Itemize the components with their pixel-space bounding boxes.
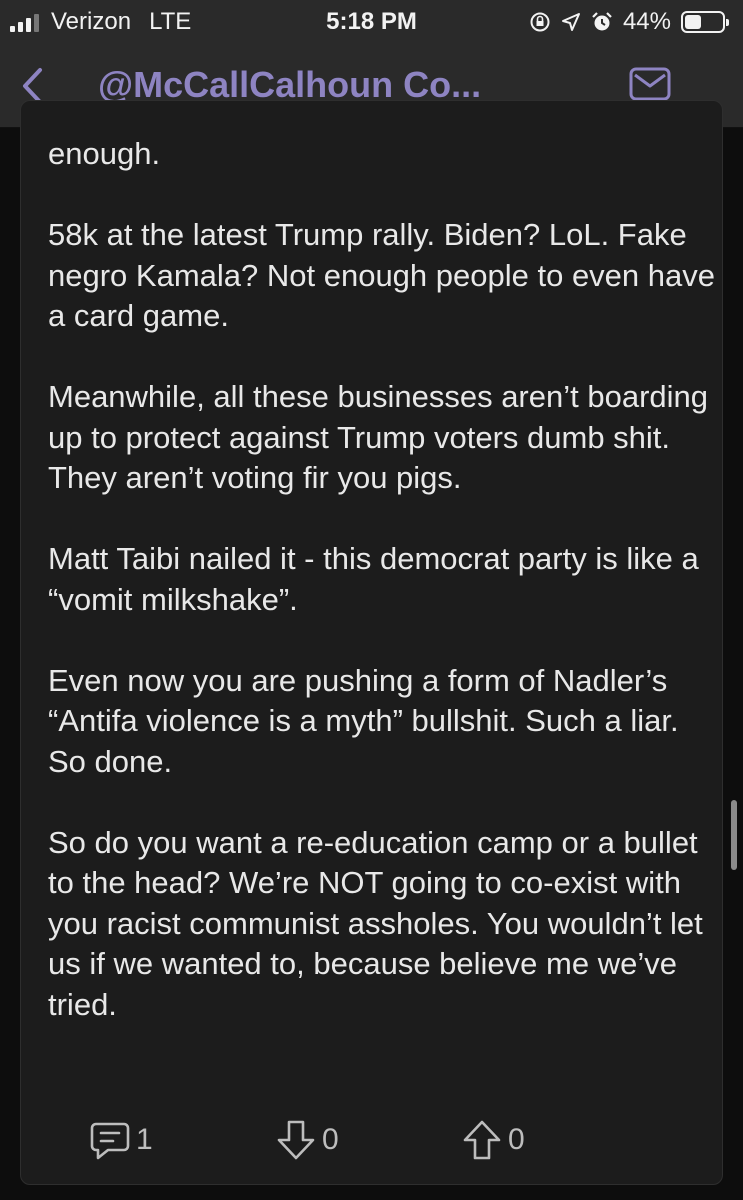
comment-icon: [90, 1122, 130, 1160]
downvote-count: 0: [322, 1123, 339, 1156]
post-paragraph: Matt Taibi nailed it - this democrat par…: [48, 541, 699, 617]
post-text: enough. 58k at the latest Trump rally. B…: [48, 134, 718, 1066]
downvote-button[interactable]: 0: [274, 1118, 339, 1162]
status-right: 44%: [529, 8, 729, 36]
post-actions: 1 0 0: [20, 1118, 723, 1168]
battery-icon: [681, 11, 729, 33]
alarm-icon: [592, 12, 612, 31]
post-body: enough. 58k at the latest Trump rally. B…: [20, 128, 723, 1108]
post-paragraph: Meanwhile, all these businesses aren’t b…: [48, 379, 709, 495]
arrow-up-icon: [463, 1120, 501, 1160]
upvote-count: 0: [508, 1123, 525, 1156]
status-bar: Verizon LTE 5:18 PM 44%: [0, 0, 743, 44]
upvote-button[interactable]: 0: [460, 1118, 525, 1162]
message-button[interactable]: [629, 66, 671, 102]
battery-level: [685, 15, 701, 29]
post-paragraph: 58k at the latest Trump rally. Biden? Lo…: [48, 217, 715, 333]
post-paragraph: enough.: [48, 136, 161, 171]
battery-percent: 44%: [622, 8, 671, 35]
arrow-down-icon: [277, 1120, 315, 1160]
comment-count: 1: [136, 1123, 153, 1156]
post-paragraph: Even now you are pushing a form of Nadle…: [48, 662, 679, 779]
rotation-lock-icon: [530, 12, 550, 32]
scrollbar[interactable]: [731, 800, 737, 870]
location-icon: [561, 13, 580, 31]
comment-button[interactable]: 1: [88, 1118, 153, 1162]
post-paragraph: So do you want a re-education camp or a …: [48, 824, 703, 1022]
envelope-icon: [629, 67, 671, 101]
